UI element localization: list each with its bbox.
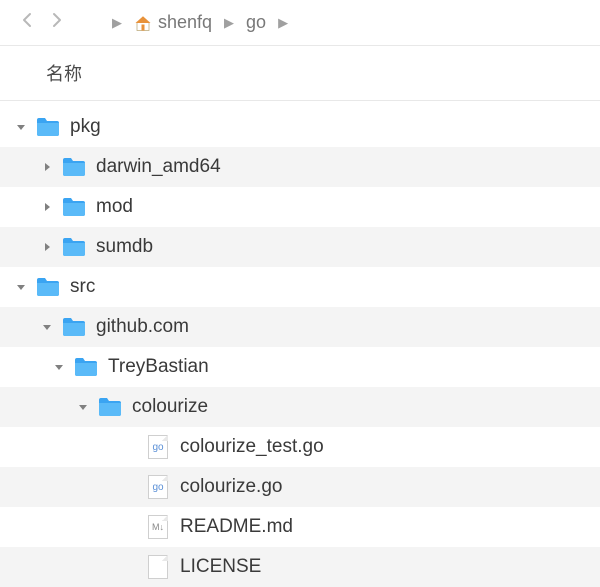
chevron-down-icon[interactable] [40, 320, 54, 335]
row-label: sumdb [96, 236, 153, 258]
home-icon [134, 14, 152, 32]
row-label: darwin_amd64 [96, 156, 221, 178]
tree-folder-row[interactable]: mod [0, 187, 600, 227]
row-label: pkg [70, 116, 101, 138]
folder-icon [62, 155, 86, 179]
tree-file-row[interactable]: go colourize.go [0, 467, 600, 507]
row-label: colourize_test.go [180, 436, 324, 458]
tree-file-row[interactable]: M↓ README.md [0, 507, 600, 547]
chevron-down-icon[interactable] [76, 400, 90, 415]
tree-folder-row[interactable]: pkg [0, 107, 600, 147]
folder-icon [74, 355, 98, 379]
tree-folder-row[interactable]: src [0, 267, 600, 307]
breadcrumb-segment-home[interactable]: shenfq [134, 12, 212, 33]
tree-file-row[interactable]: go colourize_test.go [0, 427, 600, 467]
tree-folder-row[interactable]: TreyBastian [0, 347, 600, 387]
folder-icon [36, 115, 60, 139]
row-label: src [70, 276, 95, 298]
breadcrumb: ▶ shenfq ▶ go ▶ [100, 12, 300, 33]
chevron-right-icon[interactable] [40, 240, 54, 255]
row-label: LICENSE [180, 556, 261, 578]
row-label: TreyBastian [108, 356, 209, 378]
tree-folder-row[interactable]: darwin_amd64 [0, 147, 600, 187]
chevron-right-icon[interactable] [40, 200, 54, 215]
tree-file-row[interactable]: . LICENSE [0, 547, 600, 587]
tree-folder-row[interactable]: sumdb [0, 227, 600, 267]
breadcrumb-separator-icon: ▶ [112, 15, 122, 31]
chevron-right-icon[interactable] [40, 160, 54, 175]
column-header-label: 名称 [46, 64, 82, 84]
file-tree: pkg darwin_amd64 mod sumdb src github.co… [0, 101, 600, 587]
chevron-down-icon[interactable] [14, 280, 28, 295]
breadcrumb-segment-go[interactable]: go [246, 12, 266, 33]
chevron-right-icon [51, 12, 63, 28]
chevron-left-icon [21, 12, 33, 28]
markdown-file-icon: M↓ [146, 515, 170, 539]
chevron-down-icon[interactable] [14, 120, 28, 135]
column-header-name[interactable]: 名称 [0, 46, 600, 101]
go-file-icon: go [146, 435, 170, 459]
nav-back-button[interactable] [16, 11, 38, 34]
folder-icon [62, 235, 86, 259]
chevron-down-icon[interactable] [52, 360, 66, 375]
folder-icon [36, 275, 60, 299]
go-file-icon: go [146, 475, 170, 499]
folder-icon [98, 395, 122, 419]
breadcrumb-separator-icon: ▶ [224, 15, 234, 31]
row-label: mod [96, 196, 133, 218]
nav-forward-button[interactable] [46, 11, 68, 34]
breadcrumb-label: shenfq [158, 12, 212, 33]
folder-icon [62, 195, 86, 219]
file-icon: . [146, 555, 170, 579]
row-label: colourize [132, 396, 208, 418]
row-label: github.com [96, 316, 189, 338]
breadcrumb-separator-icon: ▶ [278, 15, 288, 31]
row-label: colourize.go [180, 476, 282, 498]
tree-folder-row[interactable]: github.com [0, 307, 600, 347]
toolbar: ▶ shenfq ▶ go ▶ [0, 0, 600, 46]
row-label: README.md [180, 516, 293, 538]
tree-folder-row[interactable]: colourize [0, 387, 600, 427]
breadcrumb-label: go [246, 12, 266, 33]
folder-icon [62, 315, 86, 339]
